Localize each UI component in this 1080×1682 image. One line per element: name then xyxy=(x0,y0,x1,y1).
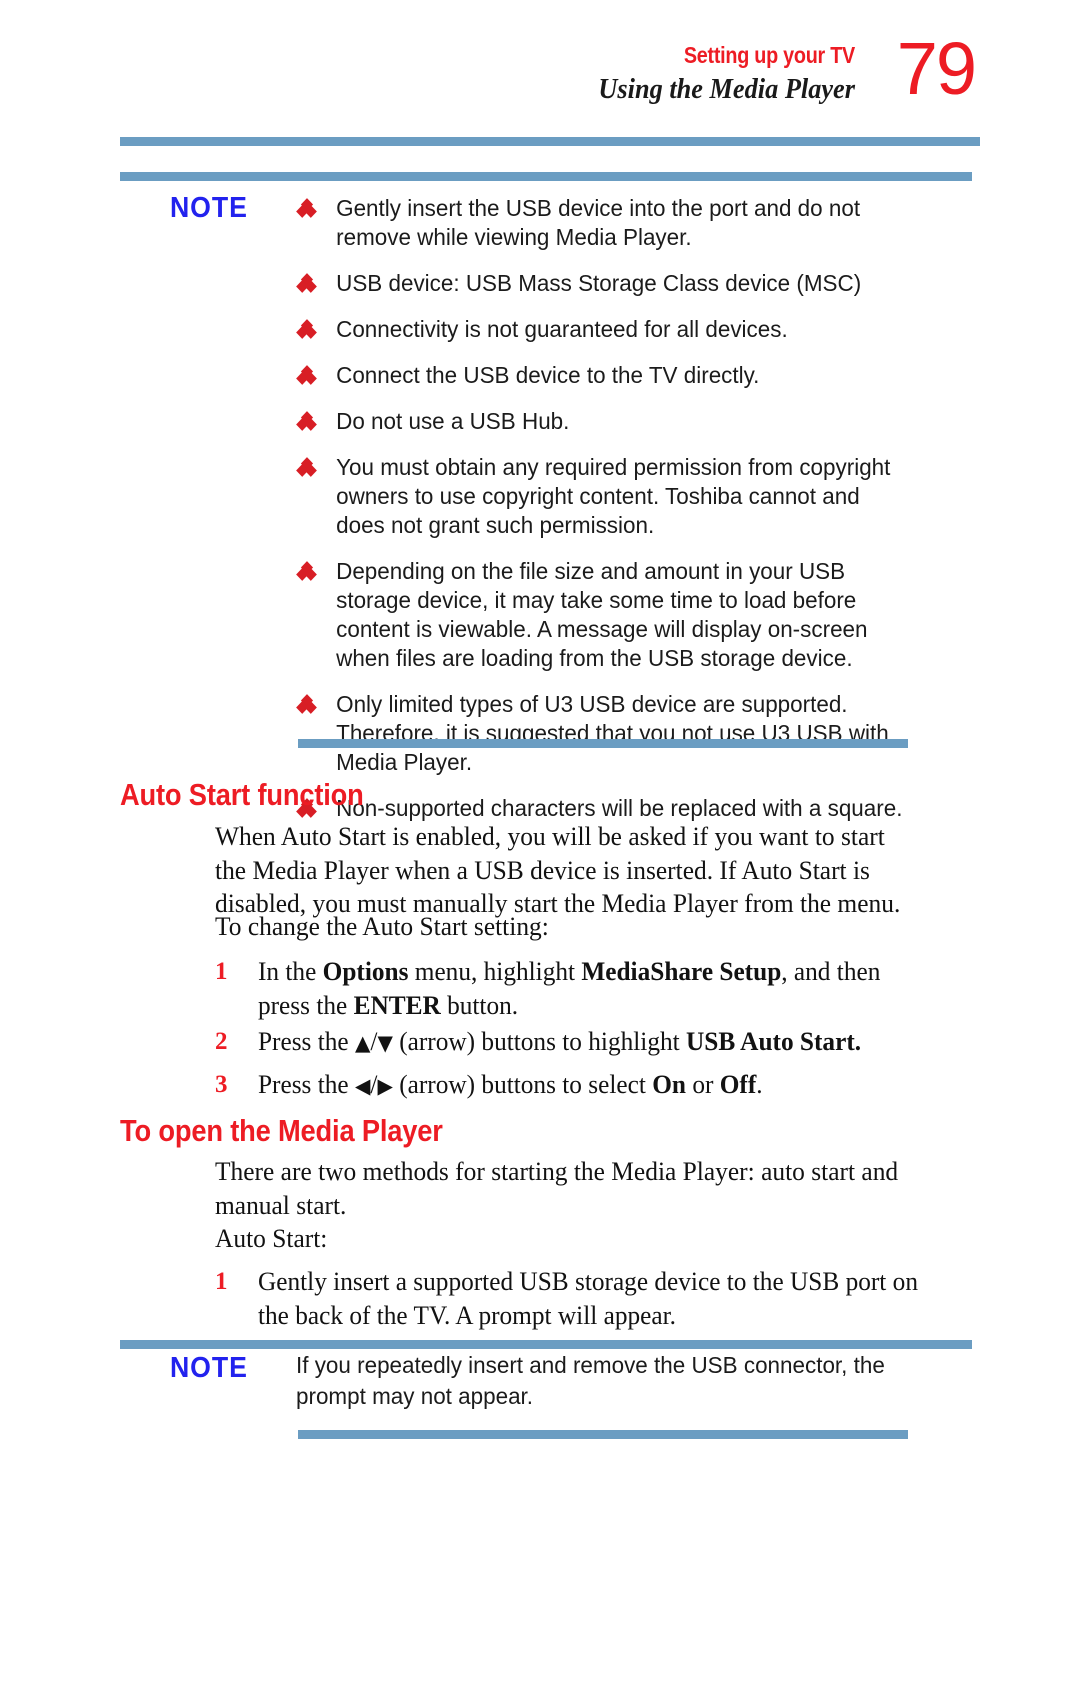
paragraph-open-player: There are two methods for starting the M… xyxy=(215,1156,899,1220)
step-item: 1 Gently insert a supported USB storage … xyxy=(215,1265,955,1332)
step-bold-options: Options xyxy=(322,956,409,986)
step-text-segment: (arrow) buttons to highlight xyxy=(392,1026,687,1056)
list-item-text: Do not use a USB Hub. xyxy=(336,408,570,434)
note-bottom-label: NOTE xyxy=(170,1352,248,1384)
diamond-bullet-icon xyxy=(296,365,317,385)
note-top-bullet-list: Gently insert the USB device into the po… xyxy=(296,194,936,823)
list-item: Only limited types of U3 USB device are … xyxy=(296,690,907,777)
diamond-bullet-icon xyxy=(296,694,317,714)
diamond-bullet-icon xyxy=(296,198,317,218)
list-item-text: USB device: USB Mass Storage Class devic… xyxy=(336,270,862,296)
note-top-lower-rule xyxy=(298,739,908,748)
lead-in-auto-start: To change the Auto Start setting: xyxy=(215,911,549,941)
heading-to-open-media-player: To open the Media Player xyxy=(120,1113,443,1148)
note-top-upper-rule xyxy=(120,172,972,181)
step-text-segment: button. xyxy=(440,989,519,1020)
list-item: Do not use a USB Hub. xyxy=(296,407,907,436)
paragraph-auto-start: When Auto Start is enabled, you will be … xyxy=(215,821,901,918)
note-bottom-lower-rule xyxy=(298,1430,908,1439)
step-text-segment: In the xyxy=(257,956,323,986)
step-text: In the Options menu, highlight MediaShar… xyxy=(215,955,917,1022)
step-bold-off: Off xyxy=(719,1069,757,1099)
list-item: USB device: USB Mass Storage Class devic… xyxy=(296,269,907,298)
arrow-down-icon: ▼ xyxy=(377,1031,393,1055)
list-item-text: Gently insert the USB device into the po… xyxy=(336,195,861,250)
step-text: Gently insert a supported USB storage de… xyxy=(257,1266,918,1330)
list-item-text: You must obtain any required permission … xyxy=(336,454,891,538)
note-bottom-upper-rule xyxy=(120,1340,972,1349)
list-item: Connectivity is not guaranteed for all d… xyxy=(296,315,907,344)
list-item-text: Connectivity is not guaranteed for all d… xyxy=(336,316,788,342)
page-title: Setting up your TV xyxy=(683,42,855,68)
step-text-segment: menu, highlight xyxy=(408,956,582,986)
diamond-bullet-icon xyxy=(296,457,317,477)
lead-in-auto-start-label: Auto Start: xyxy=(215,1223,328,1253)
diamond-bullet-icon xyxy=(296,561,317,581)
list-item: Non-supported characters will be replace… xyxy=(296,794,907,823)
step-item: 3 Press the ◀/▶ (arrow) buttons to selec… xyxy=(215,1068,975,1104)
arrow-right-icon: ▶ xyxy=(377,1074,393,1098)
step-bold-mediashare-setup: MediaShare Setup xyxy=(581,956,782,986)
step-text-segment: (arrow) buttons to select xyxy=(392,1069,653,1099)
list-item-text: Depending on the file size and amount in… xyxy=(336,558,868,671)
step-bold-usb-auto-start: USB Auto Start. xyxy=(686,1026,862,1056)
step-bold-enter: ENTER xyxy=(353,989,441,1020)
list-item-text: Connect the USB device to the TV directl… xyxy=(336,362,760,388)
diamond-bullet-icon xyxy=(296,319,317,339)
header-rule xyxy=(120,137,980,146)
step-item: 2 Press the ▲/▼ (arrow) buttons to highl… xyxy=(215,1025,975,1061)
list-item: Depending on the file size and amount in… xyxy=(296,557,907,673)
step-text-segment: . xyxy=(756,1069,763,1099)
heading-auto-start-function: Auto Start function xyxy=(120,777,364,812)
list-item-text: Non-supported characters will be replace… xyxy=(336,795,903,821)
header-text-block: Setting up your TV Using the Media Playe… xyxy=(582,44,855,104)
step-text-segment: or xyxy=(685,1069,720,1099)
note-top-label: NOTE xyxy=(170,192,248,224)
diamond-bullet-icon xyxy=(296,273,317,293)
diamond-bullet-icon xyxy=(296,411,317,431)
step-text: Press the ◀/▶ (arrow) buttons to select … xyxy=(215,1068,941,1104)
arrow-left-icon: ◀ xyxy=(354,1074,371,1098)
step-text: Press the ▲/▼ (arrow) buttons to highlig… xyxy=(215,1025,941,1061)
note-bottom-text: If you repeatedly insert and remove the … xyxy=(296,1352,885,1409)
list-item-text: Only limited types of U3 USB device are … xyxy=(336,691,889,775)
list-item: Gently insert the USB device into the po… xyxy=(296,194,907,252)
page-subtitle: Using the Media Player xyxy=(598,74,855,105)
arrow-up-icon: ▲ xyxy=(354,1031,371,1055)
page-header: Setting up your TV Using the Media Playe… xyxy=(0,32,1080,134)
step-bold-on: On xyxy=(652,1069,686,1099)
list-item: You must obtain any required permission … xyxy=(296,453,907,540)
document-page: Setting up your TV Using the Media Playe… xyxy=(0,0,1080,1682)
list-item: Connect the USB device to the TV directl… xyxy=(296,361,907,390)
step-item: 1 In the Options menu, highlight MediaSh… xyxy=(215,955,950,1022)
step-text-segment: Press the xyxy=(257,1026,355,1056)
step-text-segment: Press the xyxy=(257,1069,355,1099)
page-number: 79 xyxy=(896,27,977,110)
